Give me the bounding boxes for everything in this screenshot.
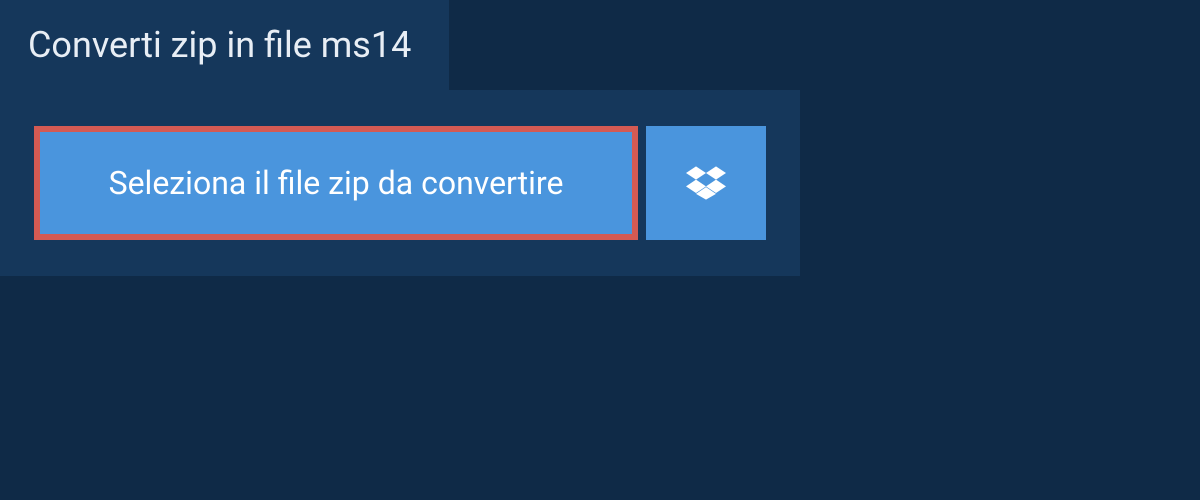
page-title-tab: Converti zip in file ms14 (0, 0, 449, 90)
select-file-button[interactable]: Seleziona il file zip da convertire (34, 126, 638, 240)
dropbox-button[interactable] (646, 126, 766, 240)
conversion-panel: Seleziona il file zip da convertire (0, 90, 800, 276)
dropbox-icon (686, 163, 726, 203)
page-title: Converti zip in file ms14 (28, 24, 411, 66)
select-file-label: Seleziona il file zip da convertire (109, 164, 564, 202)
